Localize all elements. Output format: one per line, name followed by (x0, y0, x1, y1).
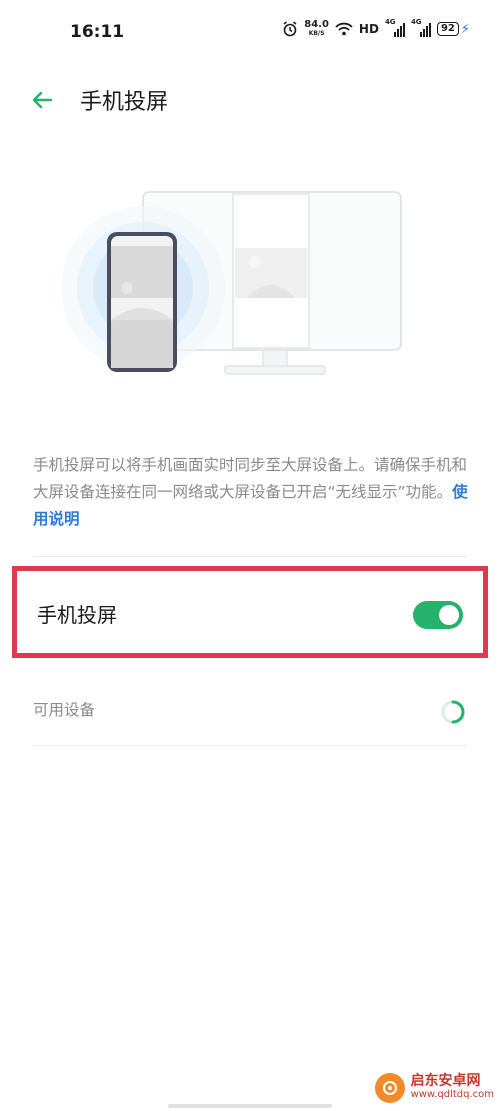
arrow-left-icon (32, 91, 53, 109)
description: 手机投屏可以将手机画面实时同步至大屏设备上。请确保手机和大屏设备连接在同一网络或… (33, 452, 473, 533)
divider (33, 556, 467, 557)
cast-toggle-switch[interactable] (413, 601, 463, 629)
screen-cast-illustration (55, 180, 415, 380)
charging-icon: ⚡ (460, 21, 470, 37)
wifi-icon (335, 22, 353, 36)
status-icons: 84.0 KB/S HD 4G 4G 92 ⚡ (282, 18, 470, 38)
screen: 16:11 84.0 KB/S HD 4G 4G 92 ⚡ 手机投屏 手机投屏可… (0, 0, 500, 1111)
watermark-logo (374, 1073, 405, 1103)
status-bar: 16:11 84.0 KB/S HD 4G 4G 92 ⚡ (0, 0, 500, 64)
signal-icon-2: 4G (410, 18, 431, 37)
battery-level: 92 (436, 22, 459, 36)
description-text: 手机投屏可以将手机画面实时同步至大屏设备上。请确保手机和大屏设备连接在同一网络或… (33, 456, 468, 501)
back-button[interactable] (26, 84, 58, 116)
divider-2 (33, 745, 467, 746)
battery-icon: 92 ⚡ (436, 21, 470, 37)
net-speed-unit: KB/S (308, 30, 325, 37)
available-devices-label: 可用设备 (33, 701, 96, 719)
signal-label: 4G (384, 18, 396, 26)
net-speed: 84.0 KB/S (304, 20, 329, 38)
app-bar: 手机投屏 (0, 70, 500, 130)
signal-label-2: 4G (410, 18, 422, 26)
hd-indicator: HD (358, 22, 379, 36)
net-speed-value: 84.0 (304, 19, 329, 30)
signal-icon: 4G (384, 18, 405, 37)
switch-knob (439, 605, 459, 625)
page-title: 手机投屏 (80, 90, 169, 115)
watermark-name: 启东安卓网 (410, 1073, 481, 1089)
loading-spinner-icon (441, 700, 465, 724)
cast-toggle-row[interactable]: 手机投屏 (12, 566, 488, 658)
alarm-icon (282, 21, 298, 37)
cast-toggle-label: 手机投屏 (37, 603, 117, 627)
watermark: 启东安卓网 www.qdltdq.com (374, 1073, 494, 1103)
watermark-url: www.qdltdq.com (410, 1089, 494, 1100)
watermark-text: 启东安卓网 www.qdltdq.com (410, 1073, 494, 1101)
status-time: 16:11 (70, 22, 125, 42)
available-devices-row: 可用设备 (33, 690, 467, 734)
home-indicator[interactable] (168, 1104, 332, 1108)
